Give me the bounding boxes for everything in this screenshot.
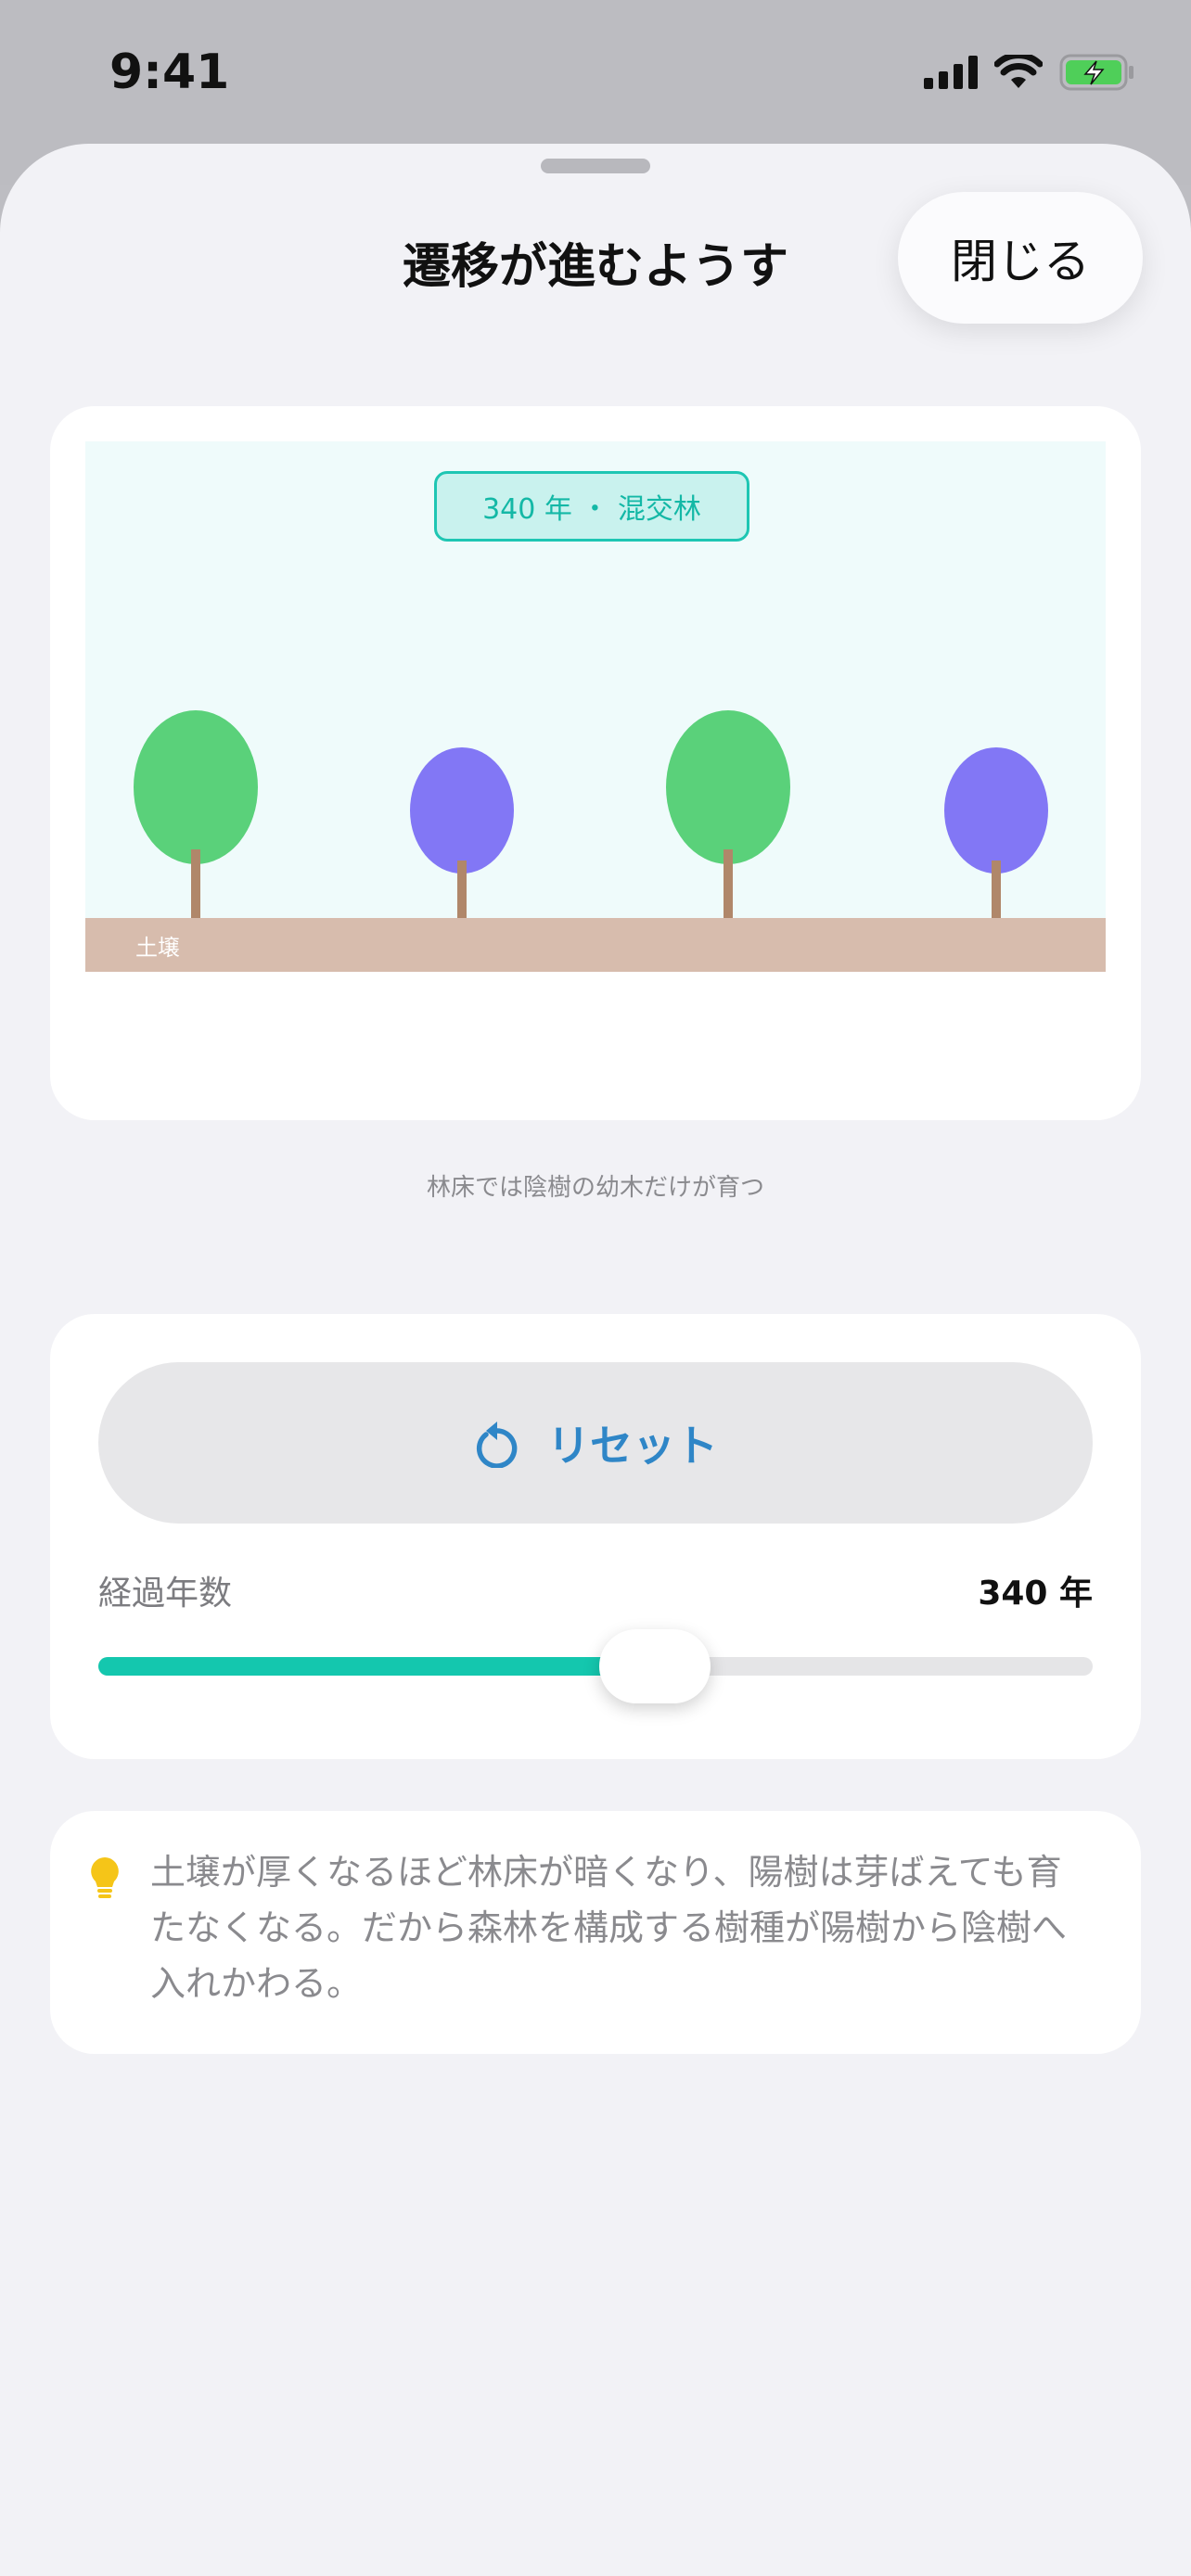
illustration-caption: 林床では陰樹の幼木だけが育つ	[426, 1174, 764, 1202]
battery-charging-icon	[1059, 54, 1133, 91]
tree-canopy	[666, 710, 790, 864]
slider-thumb[interactable]	[599, 1629, 711, 1703]
tree-canopy	[134, 710, 258, 864]
elapsed-years-value: 340 年	[978, 1575, 1093, 1613]
tree-trunk	[992, 861, 1001, 924]
soil-label: 土壌	[135, 935, 180, 961]
tree-canopy	[410, 747, 514, 874]
succession-illustration-card: 340 年 ・ 混交林 土壌 林床では陰樹の幼木だけが育つ	[50, 406, 1141, 1202]
status-time: 9:41	[109, 45, 230, 100]
sun-tree	[134, 710, 260, 924]
tip-card: 土壌が厚くなるほど林床が暗くなり、陽樹は芽ばえても育たなくなる。だから森林を構成…	[50, 1811, 1141, 2054]
close-button[interactable]: 閉じる	[898, 192, 1143, 324]
status-bar: 9:41	[0, 0, 1191, 148]
tree-canopy	[944, 747, 1048, 874]
reset-label: リセット	[547, 1421, 718, 1471]
shade-tree	[410, 747, 516, 924]
elapsed-years-label: 経過年数	[98, 1575, 233, 1613]
tree-trunk	[191, 849, 200, 924]
sheet-grabber[interactable]	[541, 159, 650, 173]
slider-fill	[98, 1657, 656, 1676]
tree-trunk	[724, 849, 733, 924]
forest-scene: 340 年 ・ 混交林 土壌	[85, 441, 1106, 972]
tip-text: 土壌が厚くなるほど林床が暗くなり、陽樹は芽ばえても育たなくなる。だから森林を構成…	[150, 1852, 1068, 2004]
signal-icon	[924, 56, 978, 89]
bottom-sheet: 遷移が進むようす 閉じる 340 年 ・ 混交林 土壌 林床では陰樹の幼木だけが…	[0, 144, 1191, 2576]
sun-tree	[666, 710, 792, 924]
wifi-icon	[994, 55, 1043, 88]
rotate-ccw-icon	[476, 1422, 518, 1468]
reset-button[interactable]: リセット	[98, 1362, 1093, 1524]
lightbulb-icon	[91, 1857, 119, 1898]
years-slider[interactable]	[98, 1629, 1093, 1703]
controls-card: リセット 経過年数 340 年	[50, 1314, 1141, 1759]
soil-layer: 土壌	[85, 918, 1106, 972]
stage-badge: 340 年 ・ 混交林	[434, 471, 749, 542]
tree-trunk	[457, 861, 467, 924]
shade-tree	[944, 747, 1050, 924]
status-icons	[924, 54, 1135, 91]
